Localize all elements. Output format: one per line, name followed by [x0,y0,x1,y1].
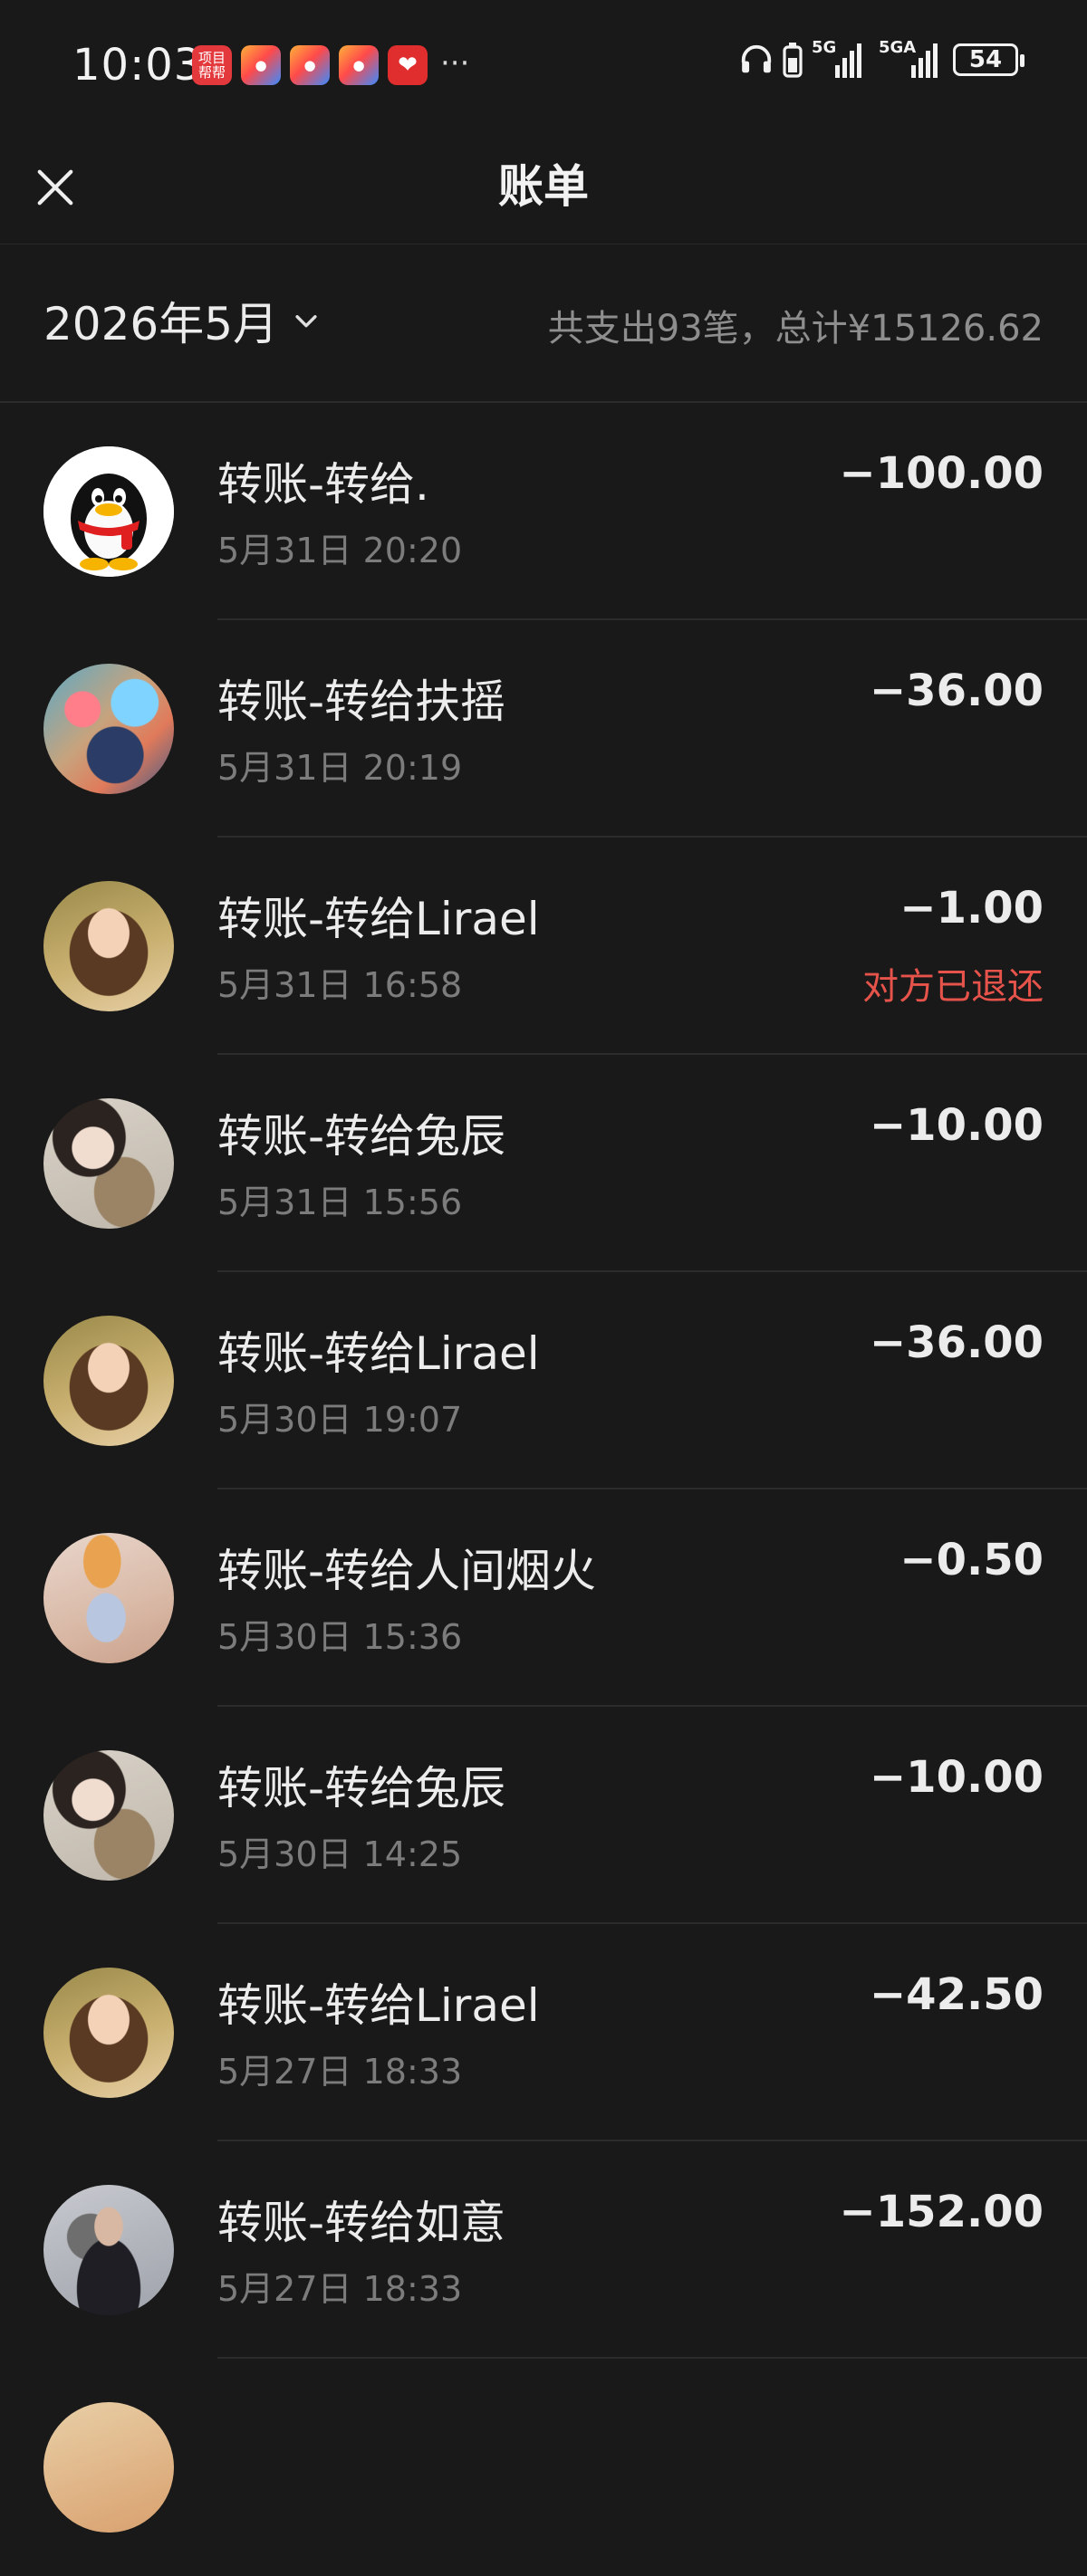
notification-icons: 项目帮帮 ● ● ● ❤ [192,45,428,85]
transaction-amount: −1.00 [899,883,1044,934]
transaction-row[interactable]: 转账-转给兔辰 5月31日 15:56 −10.00 [0,1055,1087,1272]
page-header: 账单 [0,136,1087,244]
transaction-title: 转账-转给兔辰 [217,1762,506,1815]
transaction-time: 5月30日 19:07 [217,1400,463,1440]
transaction-amount: −100.00 [839,448,1044,499]
avatar [43,881,174,1011]
transaction-time: 5月31日 20:19 [217,748,463,788]
transaction-time: 5月27日 18:33 [217,2052,463,2092]
month-label: 2026年5月 [43,298,279,350]
transaction-title: 转账-转给人间烟火 [217,1545,597,1597]
signal-5ga-icon: 5GA [879,38,944,78]
transaction-list: 转账-转给. 5月31日 20:20 −100.00 转账-转给扶摇 5月31日… [0,403,1087,2576]
transaction-row[interactable]: 转账-转给人间烟火 5月30日 15:36 −0.50 [0,1489,1087,1707]
transaction-title: 转账-转给. [217,458,429,511]
transaction-time: 5月30日 15:36 [217,1617,463,1657]
avatar [43,446,174,577]
shopping-app-icon-2: ● [290,45,330,85]
transaction-row[interactable]: 转账-转给. 5月31日 20:20 −100.00 [0,403,1087,620]
transaction-time: 5月27日 18:33 [217,2269,463,2309]
avatar [43,1750,174,1881]
avatar [43,664,174,794]
transaction-amount: −10.00 [869,1752,1044,1803]
transaction-time: 5月31日 20:20 [217,531,463,570]
status-bar: 10:03 项目帮帮 ● ● ● ❤ ··· 5G 5GA 54 [0,0,1087,136]
shopping-app-icon: ● [241,45,281,85]
transaction-amount: −10.00 [869,1100,1044,1151]
avatar [43,1098,174,1229]
avatar [43,1533,174,1663]
chevron-down-icon [295,315,317,328]
avatar [43,1968,174,2098]
status-time: 10:03 [72,40,203,91]
transaction-title: 转账-转给扶摇 [217,675,506,728]
heart-app-icon: ❤ [388,45,428,85]
transaction-row[interactable]: 转账-转给Lirael 5月31日 16:58 −1.00 对方已退还 [0,838,1087,1055]
signal-5g-icon: 5G [812,38,870,78]
xmbb-app-icon: 项目帮帮 [192,45,232,85]
battery-saver-icon [783,43,803,78]
transaction-amount: −0.50 [899,1535,1044,1585]
avatar [43,2402,174,2533]
transaction-amount: −36.00 [869,666,1044,716]
transaction-row[interactable]: 转账-转给Lirael 5月27日 18:33 −42.50 [0,1924,1087,2141]
page-title: 账单 [498,160,589,213]
transaction-title: 转账-转给兔辰 [217,1110,506,1163]
transaction-row[interactable]: 转账-转给Lirael 5月30日 19:07 −36.00 [0,1272,1087,1489]
transaction-row[interactable]: 转账-转给如意 5月27日 18:33 −152.00 [0,2141,1087,2359]
qq-penguin-icon [43,446,174,577]
transaction-title: 转账-转给如意 [217,2197,506,2249]
transaction-row[interactable]: 转账-转给扶摇 5月31日 20:19 −36.00 [0,620,1087,838]
avatar [43,1316,174,1446]
transaction-time: 5月31日 15:56 [217,1183,463,1222]
filter-bar: 2026年5月 共支出93笔，总计¥15126.62 [0,244,1087,403]
transaction-title: 转账-转给Lirael [217,893,540,945]
transaction-time: 5月31日 16:58 [217,965,463,1005]
transaction-amount: −42.50 [869,1969,1044,2020]
system-icons: 5G 5GA 54 [739,38,1024,78]
transaction-time: 5月30日 14:25 [217,1834,463,1874]
shopping-app-icon-3: ● [339,45,379,85]
month-selector[interactable]: 2026年5月 [43,288,322,353]
transaction-amount: −36.00 [869,1317,1044,1368]
expense-summary: 共支出93笔，总计¥15126.62 [547,308,1044,350]
transaction-amount: −152.00 [839,2187,1044,2237]
avatar [43,2185,174,2315]
transaction-row-partial[interactable] [0,2359,1087,2576]
refund-status: 对方已退还 [862,966,1044,1008]
transaction-row[interactable]: 转账-转给兔辰 5月30日 14:25 −10.00 [0,1707,1087,1924]
transaction-title: 转账-转给Lirael [217,1979,540,2032]
headphones-icon [741,44,772,73]
more-notifications-icon: ··· [440,45,470,81]
transaction-title: 转账-转给Lirael [217,1327,540,1380]
battery-indicator: 54 [953,43,1024,76]
